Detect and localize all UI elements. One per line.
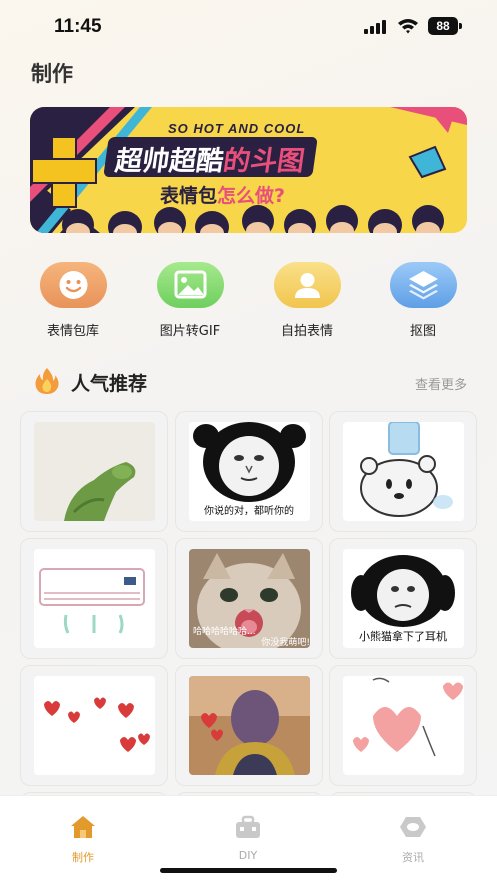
banner-tagline: SO HOT AND COOL <box>168 121 306 136</box>
meme-card[interactable]: 小熊猫拿下了耳机 <box>329 538 477 659</box>
meme-card[interactable] <box>329 411 477 532</box>
category-label: 图片转GIF <box>159 324 221 339</box>
category-selfie-meme[interactable]: 自拍表情 <box>257 262 357 339</box>
promo-banner[interactable]: SO HOT AND COOL 超帅超酷的斗图 表情包怎么做? <box>30 107 467 233</box>
battery-level: 88 <box>428 17 458 35</box>
image-icon <box>156 262 224 308</box>
meme-card[interactable] <box>175 665 323 786</box>
toolbox-icon <box>236 815 260 838</box>
meme-caption: 哈哈哈哈哈哈... 你没我萌吧! <box>193 627 314 649</box>
banner-headline-part2: 的斗图 <box>221 146 307 177</box>
meme-thumbnail <box>189 676 310 775</box>
hexagon-icon <box>400 817 426 837</box>
tab-diy[interactable]: DIY <box>208 814 288 862</box>
banner-headline-part1: 超帅超酷 <box>113 146 226 177</box>
meme-caption: 小熊猫拿下了耳机 <box>359 630 447 643</box>
meme-thumbnail <box>343 676 464 775</box>
tab-news[interactable]: 资讯 <box>373 814 453 865</box>
wifi-icon <box>398 19 418 34</box>
bottom-tab-bar: 制作 DIY 资讯 <box>0 795 497 883</box>
meme-card[interactable]: 哈哈哈哈哈哈... 你没我萌吧! <box>175 538 323 659</box>
banner-subheadline-part1: 表情包 <box>160 185 218 207</box>
meme-card[interactable] <box>20 538 168 659</box>
status-bar: 11:45 88 <box>0 0 497 52</box>
meme-caption-line2: 你没我萌吧! <box>261 638 310 648</box>
banner-subheadline: 表情包怎么做? <box>160 181 285 208</box>
app-screen: 11:45 88 制作 SO HOT AND COOL 超帅超酷的斗图 表情包怎… <box>0 0 497 883</box>
fire-icon <box>35 368 59 394</box>
person-icon <box>273 262 341 308</box>
status-time: 11:45 <box>54 16 102 37</box>
category-image-to-gif[interactable]: 图片转GIF <box>140 262 240 339</box>
meme-thumbnail <box>343 422 464 521</box>
meme-thumbnail <box>34 422 155 521</box>
smiley-icon <box>39 262 107 308</box>
category-label: 抠图 <box>409 324 436 339</box>
meme-card[interactable]: 你说的对，都听你的 <box>175 411 323 532</box>
category-label: 自拍表情 <box>280 324 333 339</box>
meme-thumbnail <box>34 549 155 648</box>
category-cutout[interactable]: 抠图 <box>373 262 473 339</box>
meme-card[interactable] <box>20 411 168 532</box>
home-indicator <box>160 868 337 873</box>
popular-section-header: 人气推荐 查看更多 <box>31 365 467 397</box>
tab-label: 资讯 <box>402 851 424 864</box>
category-label: 表情包库 <box>46 324 99 339</box>
section-title: 人气推荐 <box>71 373 148 395</box>
battery-icon: 88 <box>428 17 462 35</box>
see-more-link[interactable]: 查看更多 <box>415 374 467 393</box>
meme-thumbnail <box>34 676 155 775</box>
banner-headline: 超帅超酷的斗图 <box>103 137 318 177</box>
layers-icon <box>389 262 457 308</box>
home-icon <box>71 816 95 838</box>
page-title: 制作 <box>31 62 73 86</box>
category-meme-library[interactable]: 表情包库 <box>23 262 123 339</box>
meme-caption-line1: 哈哈哈哈哈哈... <box>193 627 256 637</box>
meme-card[interactable] <box>20 665 168 786</box>
tab-label: DIY <box>238 849 258 862</box>
tab-make[interactable]: 制作 <box>43 814 123 865</box>
meme-caption: 你说的对，都听你的 <box>204 506 294 517</box>
tab-label: 制作 <box>72 851 94 864</box>
signal-icon <box>364 20 386 34</box>
meme-card[interactable] <box>329 665 477 786</box>
banner-subheadline-part2: 怎么做? <box>217 185 286 207</box>
